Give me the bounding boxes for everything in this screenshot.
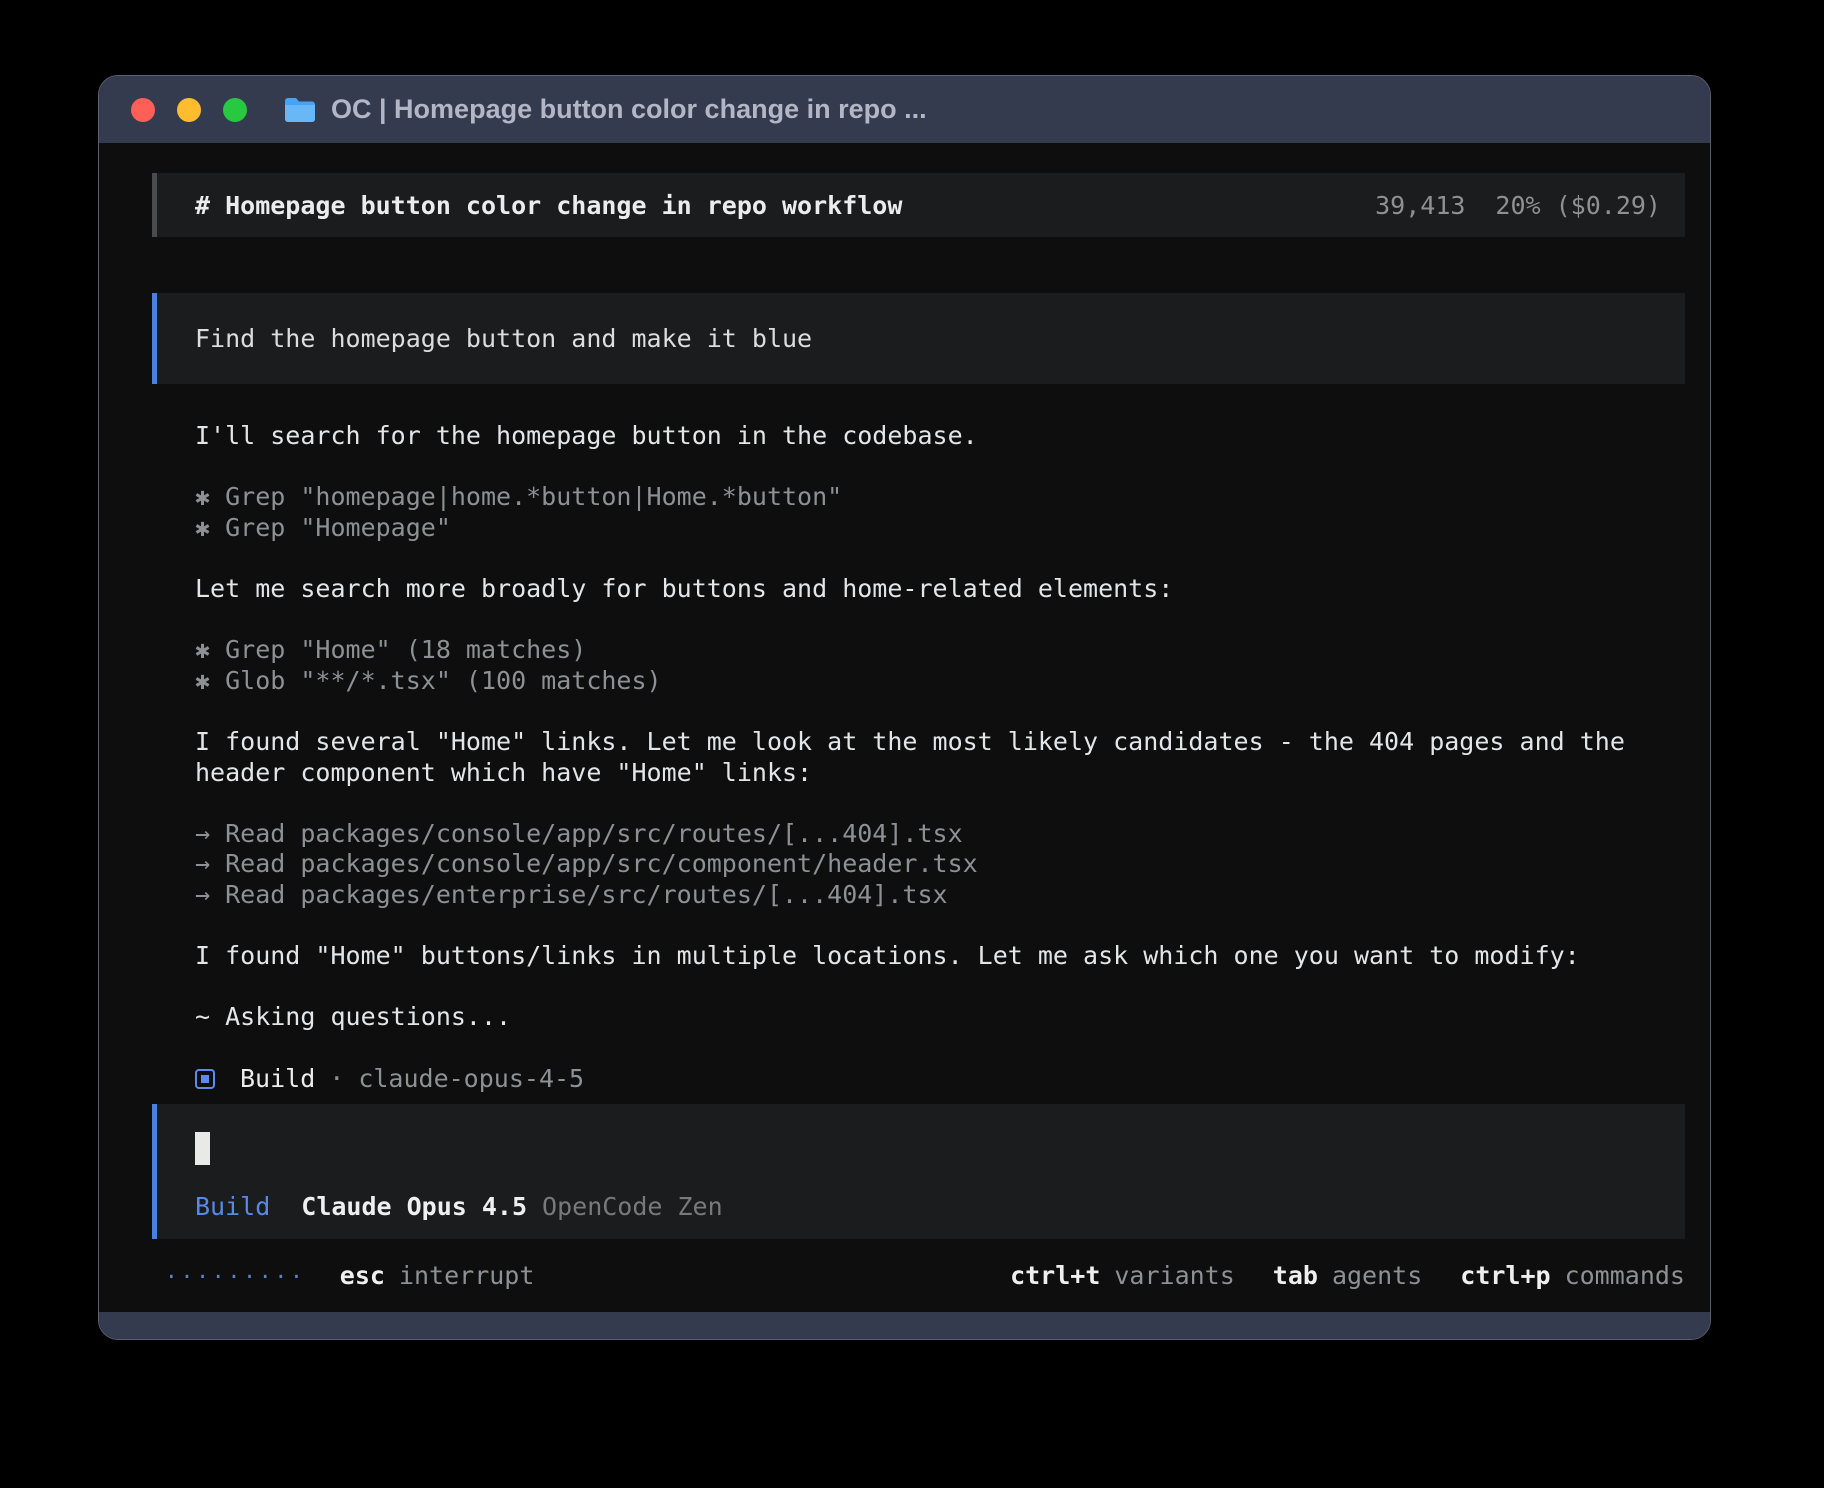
transcript-line-blank bbox=[195, 972, 1685, 1003]
window-title: OC | Homepage button color change in rep… bbox=[331, 94, 927, 125]
terminal-content: # Homepage button color change in repo w… bbox=[99, 143, 1710, 1312]
input-meta: Build Claude Opus 4.5 OpenCode Zen bbox=[195, 1192, 1685, 1221]
transcript-line-text: ~ Asking questions... bbox=[195, 1002, 1685, 1033]
agent-badge-model: claude-opus-4-5 bbox=[358, 1064, 584, 1093]
transcript-line-text: I found "Home" buttons/links in multiple… bbox=[195, 941, 1685, 972]
session-header: # Homepage button color change in repo w… bbox=[152, 173, 1685, 237]
user-message-text: Find the homepage button and make it blu… bbox=[195, 324, 812, 353]
text-cursor bbox=[195, 1132, 210, 1165]
ctrl-p-key-label: commands bbox=[1565, 1261, 1685, 1290]
square-in-square-icon bbox=[195, 1069, 215, 1089]
window-controls bbox=[131, 98, 247, 122]
context-cost: 20% ($0.29) bbox=[1495, 191, 1661, 220]
tab-key-hint: tab bbox=[1273, 1261, 1318, 1290]
user-message: Find the homepage button and make it blu… bbox=[152, 293, 1685, 384]
zoom-button[interactable] bbox=[223, 98, 247, 122]
prompt-input[interactable]: Build Claude Opus 4.5 OpenCode Zen bbox=[152, 1104, 1685, 1239]
token-count: 39,413 bbox=[1375, 191, 1465, 220]
transcript-line-read: → Read packages/console/app/src/componen… bbox=[195, 849, 1685, 880]
spinner-dots-icon: ········· bbox=[165, 1265, 306, 1289]
input-model: Claude Opus 4.5 bbox=[301, 1192, 527, 1221]
transcript-line-blank bbox=[195, 543, 1685, 574]
transcript-line-text: I found several "Home" links. Let me loo… bbox=[195, 727, 1685, 788]
transcript: I'll search for the homepage button in t… bbox=[152, 421, 1685, 1063]
transcript-line-blank bbox=[195, 452, 1685, 483]
transcript-line-tool: ✱ Grep "Homepage" bbox=[195, 513, 1685, 544]
agent-badge-name: Build bbox=[240, 1064, 315, 1093]
transcript-line-tool: ✱ Grep "homepage|home.*button|Home.*butt… bbox=[195, 482, 1685, 513]
transcript-line-text: I'll search for the homepage button in t… bbox=[195, 421, 1685, 452]
shortcut-agents: tab agents bbox=[1273, 1261, 1422, 1290]
status-bar: ········· esc interrupt ctrl+t variants … bbox=[152, 1261, 1685, 1290]
transcript-line-read: → Read packages/console/app/src/routes/[… bbox=[195, 819, 1685, 850]
transcript-line-text: Let me search more broadly for buttons a… bbox=[195, 574, 1685, 605]
transcript-line-blank bbox=[195, 788, 1685, 819]
shortcut-commands: ctrl+p commands bbox=[1460, 1261, 1685, 1290]
input-provider: OpenCode Zen bbox=[542, 1192, 723, 1221]
tab-key-label: agents bbox=[1332, 1261, 1422, 1290]
transcript-line-blank bbox=[195, 696, 1685, 727]
session-title: # Homepage button color change in repo w… bbox=[195, 191, 902, 220]
transcript-line-tool: ✱ Glob "**/*.tsx" (100 matches) bbox=[195, 666, 1685, 697]
minimize-button[interactable] bbox=[177, 98, 201, 122]
status-right: ctrl+t variants tab agents ctrl+p comman… bbox=[1010, 1261, 1685, 1290]
shortcut-variants: ctrl+t variants bbox=[1010, 1261, 1235, 1290]
ctrl-t-key-hint: ctrl+t bbox=[1010, 1261, 1100, 1290]
status-left: ········· esc interrupt bbox=[165, 1261, 534, 1290]
ctrl-p-key-hint: ctrl+p bbox=[1460, 1261, 1550, 1290]
transcript-line-tool: ✱ Grep "Home" (18 matches) bbox=[195, 635, 1685, 666]
transcript-line-blank bbox=[195, 1033, 1685, 1064]
agent-badge: Build · claude-opus-4-5 bbox=[152, 1063, 1685, 1094]
folder-icon bbox=[283, 96, 317, 124]
close-button[interactable] bbox=[131, 98, 155, 122]
terminal-window: OC | Homepage button color change in rep… bbox=[98, 75, 1711, 1340]
input-agent-mode: Build bbox=[195, 1192, 270, 1221]
session-stats: 39,413 20% ($0.29) bbox=[1375, 191, 1661, 220]
transcript-line-read: → Read packages/enterprise/src/routes/[.… bbox=[195, 880, 1685, 911]
transcript-line-blank bbox=[195, 911, 1685, 942]
esc-key-label: interrupt bbox=[399, 1261, 534, 1290]
window-footer bbox=[99, 1312, 1710, 1339]
titlebar: OC | Homepage button color change in rep… bbox=[99, 76, 1710, 143]
esc-key-hint: esc bbox=[340, 1261, 385, 1290]
ctrl-t-key-label: variants bbox=[1114, 1261, 1234, 1290]
agent-badge-separator: · bbox=[315, 1064, 358, 1093]
transcript-line-blank bbox=[195, 605, 1685, 636]
